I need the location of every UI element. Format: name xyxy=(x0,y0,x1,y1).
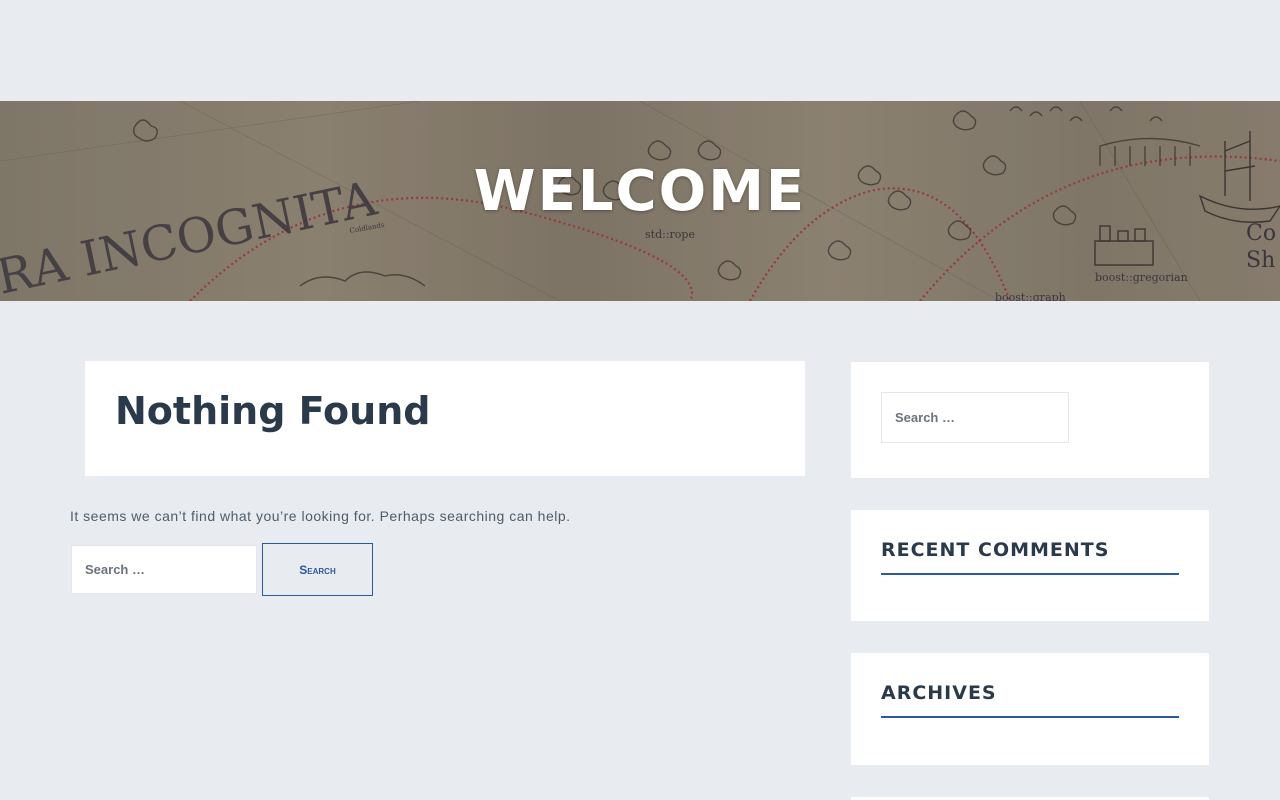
hero-banner: RA INCOGNITA std::rope boost::gregorian … xyxy=(0,101,1280,301)
no-results-message: It seems we can’t find what you’re looki… xyxy=(70,508,571,524)
search-button[interactable]: Search xyxy=(262,543,373,596)
search-input[interactable] xyxy=(71,545,257,594)
recent-comments-title: RECENT COMMENTS xyxy=(881,539,1179,575)
archives-title: ARCHIVES xyxy=(881,682,1179,718)
site-header xyxy=(0,0,1280,100)
hero-title: WELCOME xyxy=(473,159,807,224)
page-header-card: Nothing Found xyxy=(85,361,805,476)
archives-widget: ARCHIVES xyxy=(851,653,1209,765)
page-title: Nothing Found xyxy=(115,389,431,433)
sidebar-search-input[interactable] xyxy=(881,392,1069,443)
recent-comments-widget: RECENT COMMENTS xyxy=(851,510,1209,621)
sidebar-search-widget xyxy=(851,362,1209,478)
